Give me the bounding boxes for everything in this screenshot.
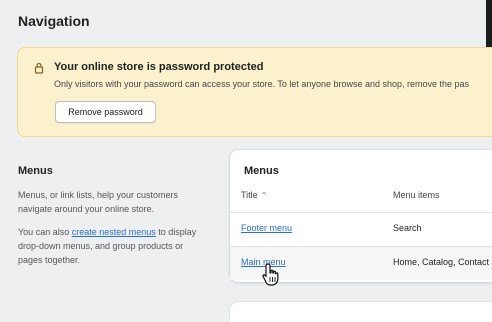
menu-items-value: Home, Catalog, Contact <box>393 257 490 267</box>
menu-items-column-header: Menu items <box>393 190 440 200</box>
banner-text: Only visitors with your password can acc… <box>54 79 470 89</box>
menus-section-heading: Menus <box>18 165 53 177</box>
banner-title: Your online store is password protected <box>54 61 264 73</box>
table-row[interactable]: Footer menu Search <box>230 213 492 246</box>
lock-icon <box>34 62 44 74</box>
menus-description: Menus, or link lists, help your customer… <box>18 190 179 214</box>
next-card <box>230 302 492 322</box>
title-column-header[interactable]: Title ⌃ <box>241 190 267 200</box>
nested-menus-description: You can also create nested menus to disp… <box>18 225 208 267</box>
remove-password-button[interactable]: Remove password <box>55 101 156 123</box>
password-banner: Your online store is password protected … <box>17 47 492 137</box>
hand-pointer-icon <box>262 263 279 286</box>
page-title: Navigation <box>18 13 90 29</box>
menus-card-title: Menus <box>244 165 279 177</box>
title-column-label: Title <box>241 190 258 200</box>
create-nested-menus-link[interactable]: create nested menus <box>72 227 156 237</box>
footer-menu-link[interactable]: Footer menu <box>241 223 292 233</box>
sort-icon[interactable]: ⌃ <box>261 191 268 200</box>
nested-prefix: You can also <box>18 227 72 237</box>
menu-items-value: Search <box>393 223 422 233</box>
